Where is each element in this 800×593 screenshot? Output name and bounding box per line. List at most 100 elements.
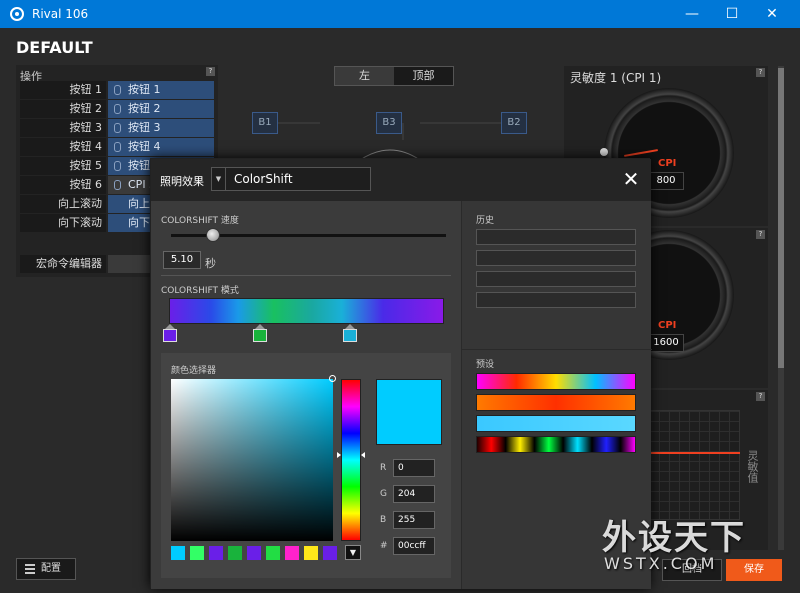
- hex-label: #: [380, 541, 388, 551]
- green-label: G: [380, 489, 387, 499]
- history-slot-1[interactable]: [476, 229, 636, 245]
- history-slot-2[interactable]: [476, 250, 636, 266]
- maximize-button[interactable]: ☐: [714, 0, 750, 28]
- gradient-stop-2[interactable]: [253, 324, 267, 342]
- button-row-2[interactable]: 按钮 2 按钮 2: [20, 100, 214, 118]
- list-icon: [25, 564, 35, 574]
- acceleration-grid[interactable]: [648, 410, 740, 520]
- cpi-label: CPI: [658, 320, 677, 331]
- window-title: Rival 106: [32, 7, 89, 21]
- swatch-2[interactable]: [190, 546, 204, 560]
- revert-button[interactable]: 回档: [662, 559, 722, 581]
- divider: [161, 275, 451, 276]
- sensitivity-help-icon[interactable]: ?: [756, 68, 765, 77]
- mouse-icon: [114, 85, 121, 95]
- history-slot-4[interactable]: [476, 292, 636, 308]
- cpi-value-2[interactable]: 1600: [648, 334, 684, 352]
- button-row-label: 按钮 5: [20, 157, 106, 175]
- speed-input[interactable]: 5.10: [163, 251, 201, 269]
- swatch-7[interactable]: [285, 546, 299, 560]
- lighting-effect-value: ColorShift: [234, 172, 293, 186]
- chevron-down-icon: ▼: [212, 168, 226, 190]
- preset-3[interactable]: [476, 415, 636, 432]
- hex-input[interactable]: 00ccff: [393, 537, 435, 555]
- picker-cursor[interactable]: [329, 375, 336, 382]
- close-dialog-icon[interactable]: ✕: [621, 169, 641, 189]
- button-row-1[interactable]: 按钮 1 按钮 1: [20, 81, 214, 99]
- preset-2[interactable]: [476, 394, 636, 411]
- button-row-value[interactable]: 按钮 1: [108, 81, 214, 99]
- speed-slider-thumb[interactable]: [206, 228, 220, 242]
- acceleration-axis-label: 灵敏值: [746, 450, 759, 483]
- speed-label: COLORSHIFT 速度: [161, 216, 239, 226]
- presets-label: 预设: [476, 360, 495, 370]
- color-preview: [376, 379, 442, 445]
- button-row-label: 按钮 1: [20, 81, 106, 99]
- swatch-5[interactable]: [247, 546, 261, 560]
- sensitivity-2-help-icon[interactable]: ?: [756, 230, 765, 239]
- button-row-3[interactable]: 按钮 3 按钮 3: [20, 119, 214, 137]
- dial-handle[interactable]: [600, 148, 608, 156]
- red-input[interactable]: 0: [393, 459, 435, 477]
- colorshift-settings: COLORSHIFT 速度 5.10 秒 COLORSHIFT 模式 颜色选择器…: [151, 201, 461, 589]
- cpi-label: CPI: [658, 158, 677, 169]
- button-row-value[interactable]: 按钮 4: [108, 138, 214, 156]
- history-presets-panel: 历史 预设: [461, 201, 652, 589]
- preset-4[interactable]: [476, 436, 636, 453]
- lighting-effect-label: 照明效果: [160, 175, 204, 188]
- mouse-icon: [114, 104, 121, 114]
- blue-label: B: [380, 515, 387, 525]
- save-button[interactable]: 保存: [726, 559, 782, 581]
- colorshift-gradient[interactable]: [169, 298, 444, 324]
- config-button[interactable]: 配置: [16, 558, 76, 580]
- swatch-6[interactable]: [266, 546, 280, 560]
- saturation-value-area[interactable]: [171, 379, 333, 541]
- button-row-value[interactable]: 按钮 2: [108, 100, 214, 118]
- acceleration-curve: [648, 452, 740, 454]
- swatch-8[interactable]: [304, 546, 318, 560]
- history-slot-3[interactable]: [476, 271, 636, 287]
- preset-1[interactable]: [476, 373, 636, 390]
- button-row-label: 按钮 4: [20, 138, 106, 156]
- swatch-9[interactable]: [323, 546, 337, 560]
- button-row-label: 按钮 2: [20, 100, 106, 118]
- mode-label: COLORSHIFT 模式: [161, 286, 239, 296]
- minimize-button[interactable]: —: [674, 0, 710, 28]
- swatch-more-icon[interactable]: ▼: [345, 545, 361, 560]
- button-row-4[interactable]: 按钮 4 按钮 4: [20, 138, 214, 156]
- lighting-effect-dialog: 照明效果 ▼ ColorShift ✕ COLORSHIFT 速度 5.10 秒…: [150, 158, 652, 589]
- scrollbar-thumb[interactable]: [778, 68, 784, 368]
- main-scrollbar[interactable]: [778, 66, 784, 550]
- hue-slider[interactable]: [341, 379, 361, 541]
- lighting-effect-dropdown[interactable]: ▼ ColorShift: [211, 167, 371, 191]
- profile-name: DEFAULT: [16, 38, 93, 57]
- swatch-4[interactable]: [228, 546, 242, 560]
- blue-input[interactable]: 255: [393, 511, 435, 529]
- mouse-icon: [114, 123, 121, 133]
- button-row-label: 向上滚动: [20, 195, 106, 213]
- cpi-icon: [114, 180, 121, 190]
- acceleration-help-icon[interactable]: ?: [756, 392, 765, 401]
- button-row-label: 向下滚动: [20, 214, 106, 232]
- button-row-label: 按钮 3: [20, 119, 106, 137]
- hue-slider-handle[interactable]: [337, 452, 365, 458]
- button-row-value[interactable]: 按钮 3: [108, 119, 214, 137]
- swatch-1[interactable]: [171, 546, 185, 560]
- red-label: R: [380, 463, 387, 473]
- button-row-label: 按钮 6: [20, 176, 106, 194]
- operations-help-icon[interactable]: ?: [206, 67, 215, 76]
- green-input[interactable]: 204: [393, 485, 435, 503]
- view-left-button[interactable]: 左: [335, 67, 394, 85]
- history-label: 历史: [476, 216, 495, 226]
- gradient-stop-3[interactable]: [343, 324, 357, 342]
- view-toggle: 左 顶部: [334, 66, 454, 86]
- swatch-3[interactable]: [209, 546, 223, 560]
- close-window-button[interactable]: ✕: [754, 0, 790, 28]
- window-titlebar: Rival 106 — ☐ ✕: [0, 0, 800, 28]
- cpi-value-1[interactable]: 800: [648, 172, 684, 190]
- view-top-button[interactable]: 顶部: [394, 67, 453, 85]
- mouse-icon: [114, 142, 121, 152]
- speed-unit: 秒: [205, 257, 216, 270]
- color-picker-label: 颜色选择器: [171, 366, 217, 376]
- gradient-stop-1[interactable]: [163, 324, 177, 342]
